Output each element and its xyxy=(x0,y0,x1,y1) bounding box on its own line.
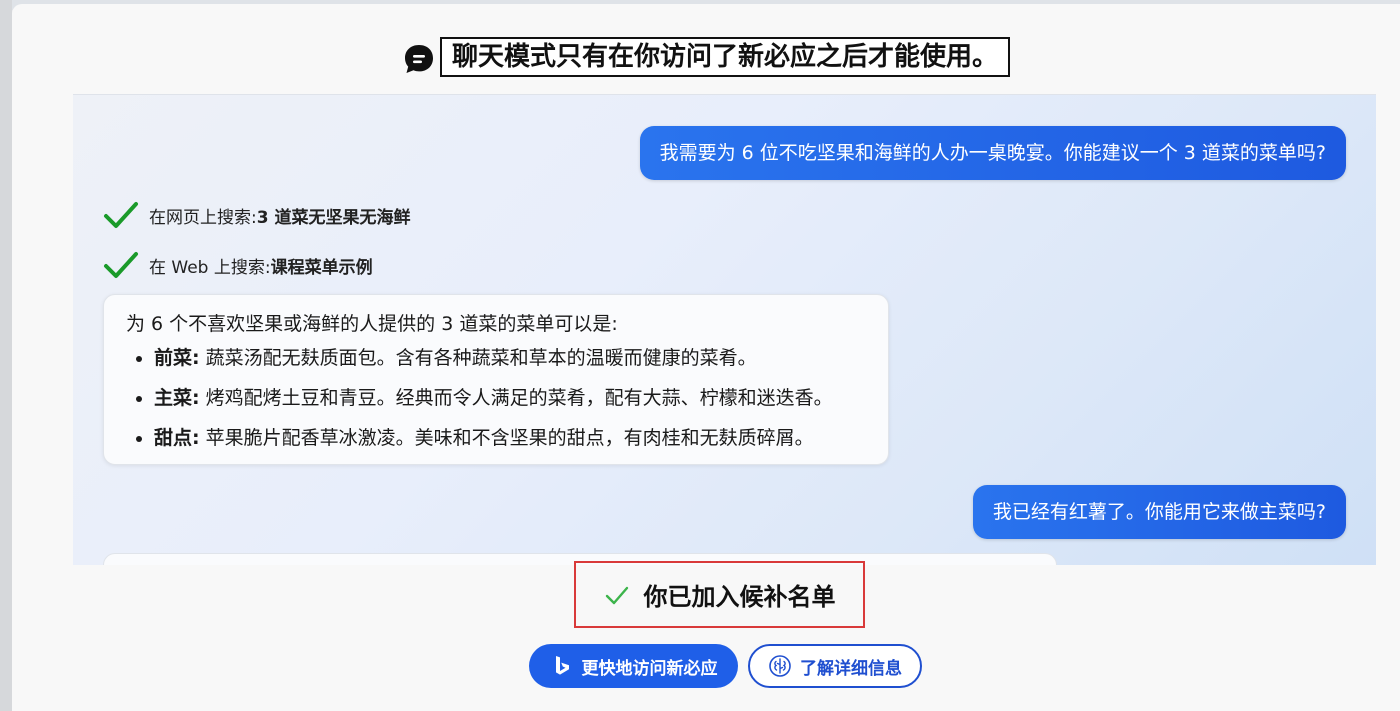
menu-item-text: 烤鸡配烤土豆和青豆。经典而令人满足的菜肴，配有大蒜、柠檬和迷迭香。 xyxy=(199,387,833,409)
modal-header: 聊天模式只有在你访问了新必应之后才能使用。 xyxy=(12,37,1400,77)
menu-item-text: 苹果脆片配香草冰激凌。美味和不含坚果的甜点，有肉桂和无麸质碎屑。 xyxy=(199,427,814,449)
menu-item-label: 甜点: xyxy=(154,427,200,449)
user-message-bubble: 我已经有红薯了。你能用它来做主菜吗? xyxy=(972,485,1346,539)
check-icon xyxy=(104,252,138,278)
search-prefix: 在 Web 上搜索: xyxy=(149,257,271,278)
menu-item-label: 主菜: xyxy=(154,387,200,409)
menu-item-dessert: 甜点: 苹果脆片配香草冰激凌。美味和不含坚果的甜点，有肉桂和无麸质碎屑。 xyxy=(154,424,866,452)
search-status: 在网页上搜索: 3 道菜无坚果无海鲜 xyxy=(103,197,410,233)
learn-more-button[interactable]: 了解详细信息 xyxy=(748,644,922,688)
modal-title: 聊天模式只有在你访问了新必应之后才能使用。 xyxy=(439,37,1010,77)
menu-item-label: 前菜: xyxy=(154,347,200,369)
waitlist-status: 你已加入候补名单 xyxy=(574,561,865,628)
menu-item-main: 主菜: 烤鸡配烤土豆和青豆。经典而令人满足的菜肴，配有大蒜、柠檬和迷迭香。 xyxy=(154,384,866,412)
brain-icon xyxy=(769,655,791,677)
background-edge xyxy=(0,0,12,711)
waitlist-text: 你已加入候补名单 xyxy=(643,583,836,611)
search-prefix: 在网页上搜索: xyxy=(149,207,257,228)
menu-item-starter: 前菜: 蔬菜汤配无麸质面包。含有各种蔬菜和草本的温暖而健康的菜肴。 xyxy=(154,344,866,372)
button-label: 了解详细信息 xyxy=(800,658,902,679)
waitlist-modal: 聊天模式只有在你访问了新必应之后才能使用。 我需要为 6 位不吃坚果和海鲜的人办… xyxy=(12,4,1400,711)
menu-list: 前菜: 蔬菜汤配无麸质面包。含有各种蔬菜和草本的温暖而健康的菜肴。 主菜: 烤鸡… xyxy=(126,344,866,452)
user-message-bubble: 我需要为 6 位不吃坚果和海鲜的人办一桌晚宴。你能建议一个 3 道菜的菜单吗? xyxy=(639,126,1346,180)
check-icon xyxy=(104,202,138,228)
bot-answer-card: 为 6 个不喜欢坚果或海鲜的人提供的 3 道菜的菜单可以是: 前菜: 蔬菜汤配无… xyxy=(103,294,889,465)
bing-logo-icon xyxy=(555,656,569,675)
check-icon xyxy=(605,586,628,604)
search-query: 3 道菜无坚果无海鲜 xyxy=(256,207,411,228)
menu-item-text: 蔬菜汤配无麸质面包。含有各种蔬菜和草本的温暖而健康的菜肴。 xyxy=(199,347,757,369)
button-label: 更快地访问新必应 xyxy=(581,658,718,679)
chat-preview: 我需要为 6 位不吃坚果和海鲜的人办一桌晚宴。你能建议一个 3 道菜的菜单吗? … xyxy=(73,94,1376,565)
chat-bubble-icon xyxy=(404,45,433,73)
answer-intro: 为 6 个不喜欢坚果或海鲜的人提供的 3 道菜的菜单可以是: xyxy=(126,313,618,335)
search-status: 在 Web 上搜索: 课程菜单示例 xyxy=(103,247,373,283)
faster-access-button[interactable]: 更快地访问新必应 xyxy=(529,644,738,688)
search-query: 课程菜单示例 xyxy=(270,257,373,278)
